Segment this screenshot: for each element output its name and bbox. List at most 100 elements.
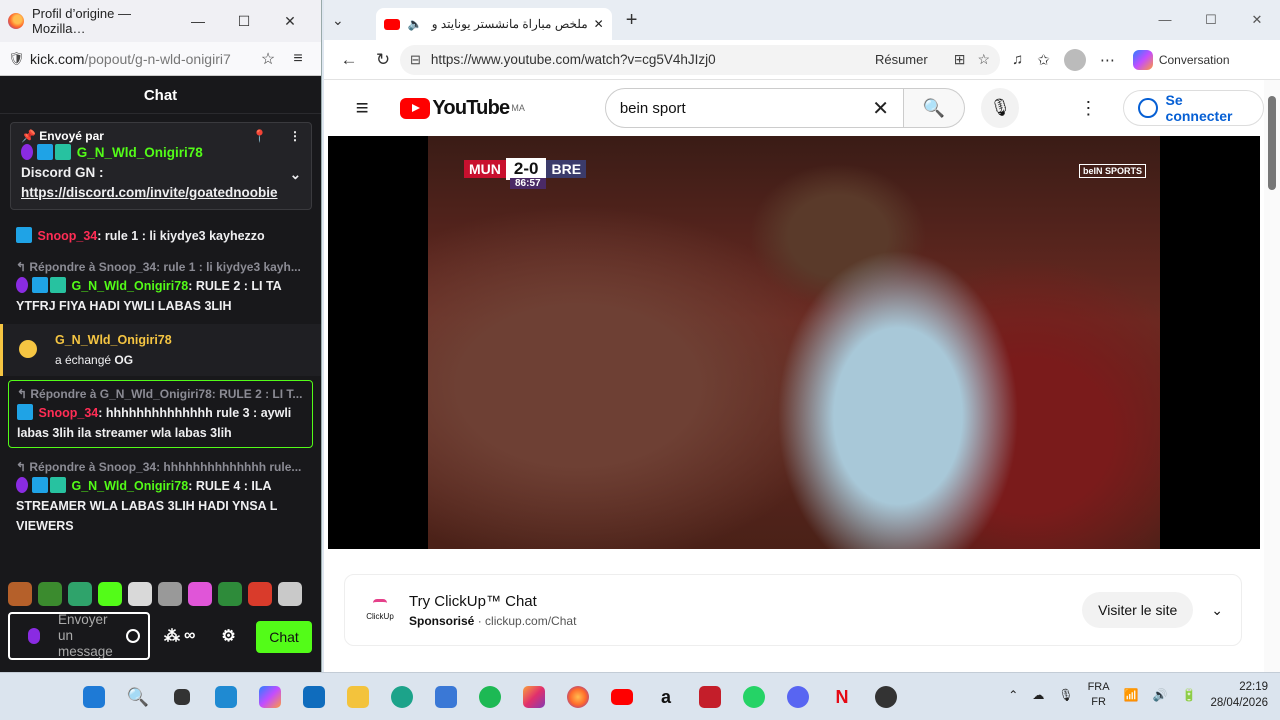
address-bar[interactable]: ⊟ https://www.youtube.com/watch?v=cg5V4h… <box>400 44 1000 75</box>
minimize-button[interactable]: — <box>175 13 221 29</box>
ad-title[interactable]: Try ClickUp™ Chat <box>409 593 1082 610</box>
search-input[interactable]: bein sport ✕ <box>604 88 905 128</box>
refresh-icon[interactable]: ↻ <box>366 50 400 70</box>
edge-icon[interactable] <box>386 681 418 713</box>
battery-icon[interactable]: 🔋 <box>1181 688 1196 702</box>
emote-icon[interactable] <box>278 582 302 606</box>
infinity-icon[interactable]: ∞ <box>184 627 195 645</box>
emote-icon[interactable] <box>98 582 122 606</box>
reply-context[interactable]: ↰ Répondre à G_N_Wld_Onigiri78: RULE 2 :… <box>17 385 304 403</box>
emote-icon[interactable] <box>248 582 272 606</box>
close-button[interactable]: ✕ <box>267 13 313 30</box>
emote-icon[interactable] <box>128 582 152 606</box>
pinned-username[interactable]: G_N_Wld_Onigiri78 <box>77 145 203 160</box>
minimize-button[interactable]: — <box>1142 0 1188 40</box>
emote-icon[interactable] <box>158 582 182 606</box>
chat-username[interactable]: G_N_Wld_Onigiri78 <box>71 279 188 293</box>
settings-dots-icon[interactable]: ⋮ <box>1079 98 1097 119</box>
url-text[interactable]: kick.com/popout/g-n-wld-onigiri7 <box>30 51 253 67</box>
file-explorer-icon[interactable] <box>342 681 374 713</box>
settings-gear-icon[interactable]: ⚙ <box>221 626 235 646</box>
store-icon[interactable] <box>430 681 462 713</box>
chat-message-input[interactable]: Envoyer un message <box>8 612 150 660</box>
clear-search-icon[interactable]: ✕ <box>872 96 889 121</box>
discord-icon[interactable] <box>782 681 814 713</box>
language-indicator[interactable]: FRA FR <box>1088 680 1110 710</box>
reply-context[interactable]: ↰ Répondre à Snoop_34: hhhhhhhhhhhhhh ru… <box>16 458 305 476</box>
tab-list-chevron-icon[interactable]: ⌄ <box>332 12 344 29</box>
emote-icon[interactable] <box>8 582 32 606</box>
kick-points-icon[interactable]: ⁂ <box>164 626 180 646</box>
amazon-icon[interactable]: a <box>650 681 682 713</box>
onedrive-icon[interactable]: ☁ <box>1032 688 1044 702</box>
discord-link[interactable]: https://discord.com/invite/goatednoobie <box>21 185 278 200</box>
send-chat-button[interactable]: Chat <box>256 621 312 653</box>
netflix-icon[interactable]: N <box>826 681 858 713</box>
favorites-icon[interactable]: ✩ <box>1037 51 1050 69</box>
emote-icon[interactable] <box>188 582 212 606</box>
reply-context[interactable]: ↰ Répondre à Snoop_34: rule 1 : li kiydy… <box>16 258 305 276</box>
more-options-icon[interactable]: ⋮ <box>289 129 301 143</box>
expand-chevron-icon[interactable]: ⌄ <box>1211 602 1223 619</box>
speaker-icon[interactable]: 🔈 <box>408 17 423 31</box>
favorite-star-icon[interactable]: ☆ <box>977 51 990 68</box>
profile-avatar[interactable] <box>1063 48 1086 71</box>
obs-icon[interactable] <box>870 681 902 713</box>
emote-icon[interactable] <box>218 582 242 606</box>
sponsored-ad[interactable]: ClickUp Try ClickUp™ Chat Sponsorisé · c… <box>344 574 1242 646</box>
tab-youtube[interactable]: 🔈 ملخص مباراة مانشستر يونايتد و... ✕ <box>375 8 612 40</box>
vscode-icon[interactable] <box>210 681 242 713</box>
copilot-icon[interactable] <box>254 681 286 713</box>
emoji-picker-icon[interactable] <box>126 629 140 643</box>
close-button[interactable]: ✕ <box>1234 0 1280 40</box>
emote-icon[interactable] <box>68 582 92 606</box>
chat-username[interactable]: Snoop_34 <box>38 406 98 420</box>
pin-icon[interactable]: 📍 <box>252 129 267 143</box>
maximize-button[interactable]: ☐ <box>1188 0 1234 40</box>
expand-chevron-icon[interactable]: ⌄ <box>290 165 301 185</box>
menu-icon[interactable]: ≡ <box>283 50 313 68</box>
bookmark-star-icon[interactable]: ☆ <box>253 49 283 69</box>
firefox-icon[interactable] <box>562 681 594 713</box>
copilot-button[interactable]: Conversation <box>1132 49 1230 70</box>
instagram-icon[interactable] <box>518 681 550 713</box>
microphone-icon[interactable]: 🎙 <box>1058 688 1073 702</box>
start-button[interactable] <box>78 681 110 713</box>
event-username[interactable]: G_N_Wld_Onigiri78 <box>55 330 172 350</box>
whatsapp-icon[interactable] <box>738 681 770 713</box>
search-query[interactable]: bein sport <box>620 100 872 117</box>
summarize-button[interactable]: Résumer <box>875 52 928 67</box>
site-info-icon[interactable]: ⊟ <box>410 52 421 68</box>
chat-username[interactable]: Snoop_34 <box>37 229 97 243</box>
tab-close-icon[interactable]: ✕ <box>594 17 604 31</box>
hamburger-menu-icon[interactable]: ≡ <box>324 95 400 121</box>
more-dots-icon[interactable]: ⋯ <box>1100 51 1115 69</box>
search-button[interactable]: 🔍 <box>904 88 966 128</box>
page-scrollbar[interactable] <box>1264 80 1280 672</box>
site-info-icon[interactable]: 🛡 <box>8 51 30 67</box>
clock[interactable]: 22:19 28/04/2026 <box>1210 679 1268 711</box>
chat-username[interactable]: G_N_Wld_Onigiri78 <box>71 479 188 493</box>
scrollbar-thumb[interactable] <box>1268 96 1276 190</box>
youtube-logo[interactable]: YouTube MA <box>400 97 525 120</box>
ytmp3-icon[interactable] <box>694 681 726 713</box>
emote-icon[interactable] <box>38 582 62 606</box>
sign-in-button[interactable]: Se connecter <box>1123 90 1265 126</box>
back-arrow-icon[interactable]: ← <box>332 50 366 70</box>
volume-icon[interactable]: 🔊 <box>1153 688 1168 702</box>
apps-icon[interactable]: ⊞ <box>954 51 966 68</box>
spotify-icon[interactable] <box>474 681 506 713</box>
new-tab-button[interactable]: + <box>626 9 638 32</box>
outlook-icon[interactable] <box>298 681 330 713</box>
firefox-url-bar[interactable]: 🛡 kick.com/popout/g-n-wld-onigiri7 ☆ ≡ <box>0 42 321 76</box>
youtube-icon[interactable] <box>606 681 638 713</box>
task-view-icon[interactable] <box>166 681 198 713</box>
chevron-up-icon[interactable]: ⌃ <box>1008 688 1018 702</box>
wifi-icon[interactable]: 📶 <box>1124 688 1139 702</box>
maximize-button[interactable]: ☐ <box>221 13 267 30</box>
search-icon[interactable]: 🔍 <box>122 681 154 713</box>
visit-site-button[interactable]: Visiter le site <box>1082 592 1194 628</box>
voice-search-button[interactable]: 🎙 <box>981 88 1020 128</box>
media-control-icon[interactable]: ♫ <box>1012 51 1023 68</box>
video-player[interactable]: MUN 2-0 BRE 86:57 beIN SPORTS <box>328 136 1260 549</box>
